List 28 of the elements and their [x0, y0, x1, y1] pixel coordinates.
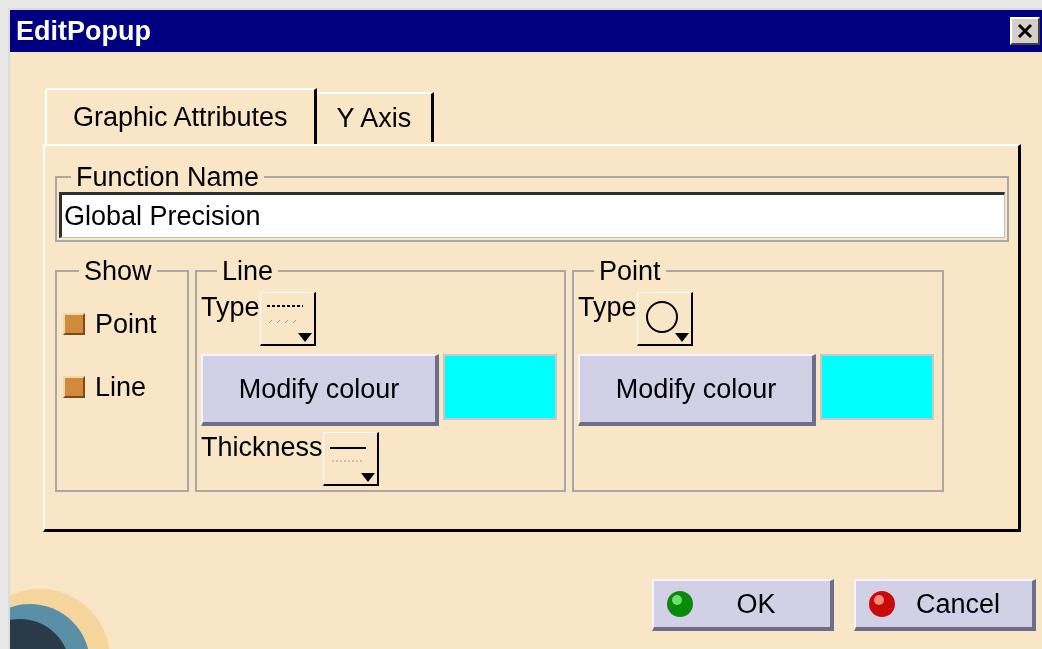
- dropdown-arrow-icon: [360, 473, 375, 482]
- checkbox[interactable]: Point: [63, 304, 187, 345]
- function-name-field[interactable]: Global Precision: [59, 192, 1005, 238]
- thickness-label: Thickness: [201, 432, 323, 462]
- type-label: Type: [578, 292, 637, 322]
- group-label: Show: [83, 256, 153, 286]
- close-button[interactable]: [1010, 17, 1040, 45]
- dropdown-arrow-icon: [297, 333, 312, 342]
- line-thickness-icon: [327, 445, 368, 465]
- point-type-dropdown[interactable]: [636, 292, 693, 346]
- checkbox[interactable]: Line: [63, 366, 187, 407]
- line-type-dropdown[interactable]: [259, 292, 316, 346]
- ball-icon: [666, 590, 694, 618]
- dropdown-arrow-icon: [674, 333, 689, 342]
- tab[interactable]: Graphic Attributes: [45, 88, 317, 144]
- type-label: Type: [201, 292, 260, 322]
- group-label: Point: [598, 256, 662, 286]
- cancel-button[interactable]: Cancel: [854, 579, 1036, 631]
- ball-icon: [868, 590, 896, 618]
- modify-colour-button[interactable]: Modify colour: [201, 354, 439, 426]
- close-icon: [1017, 23, 1033, 39]
- window-title: EditPopup: [16, 14, 151, 48]
- ok-button[interactable]: OK: [652, 579, 834, 631]
- modify-colour-button[interactable]: Modify colour: [578, 354, 816, 426]
- tab[interactable]: Y Axis: [316, 92, 435, 142]
- thickness-dropdown[interactable]: [322, 432, 379, 486]
- group-label: Function Name: [75, 162, 261, 192]
- group-label: Line: [221, 256, 275, 286]
